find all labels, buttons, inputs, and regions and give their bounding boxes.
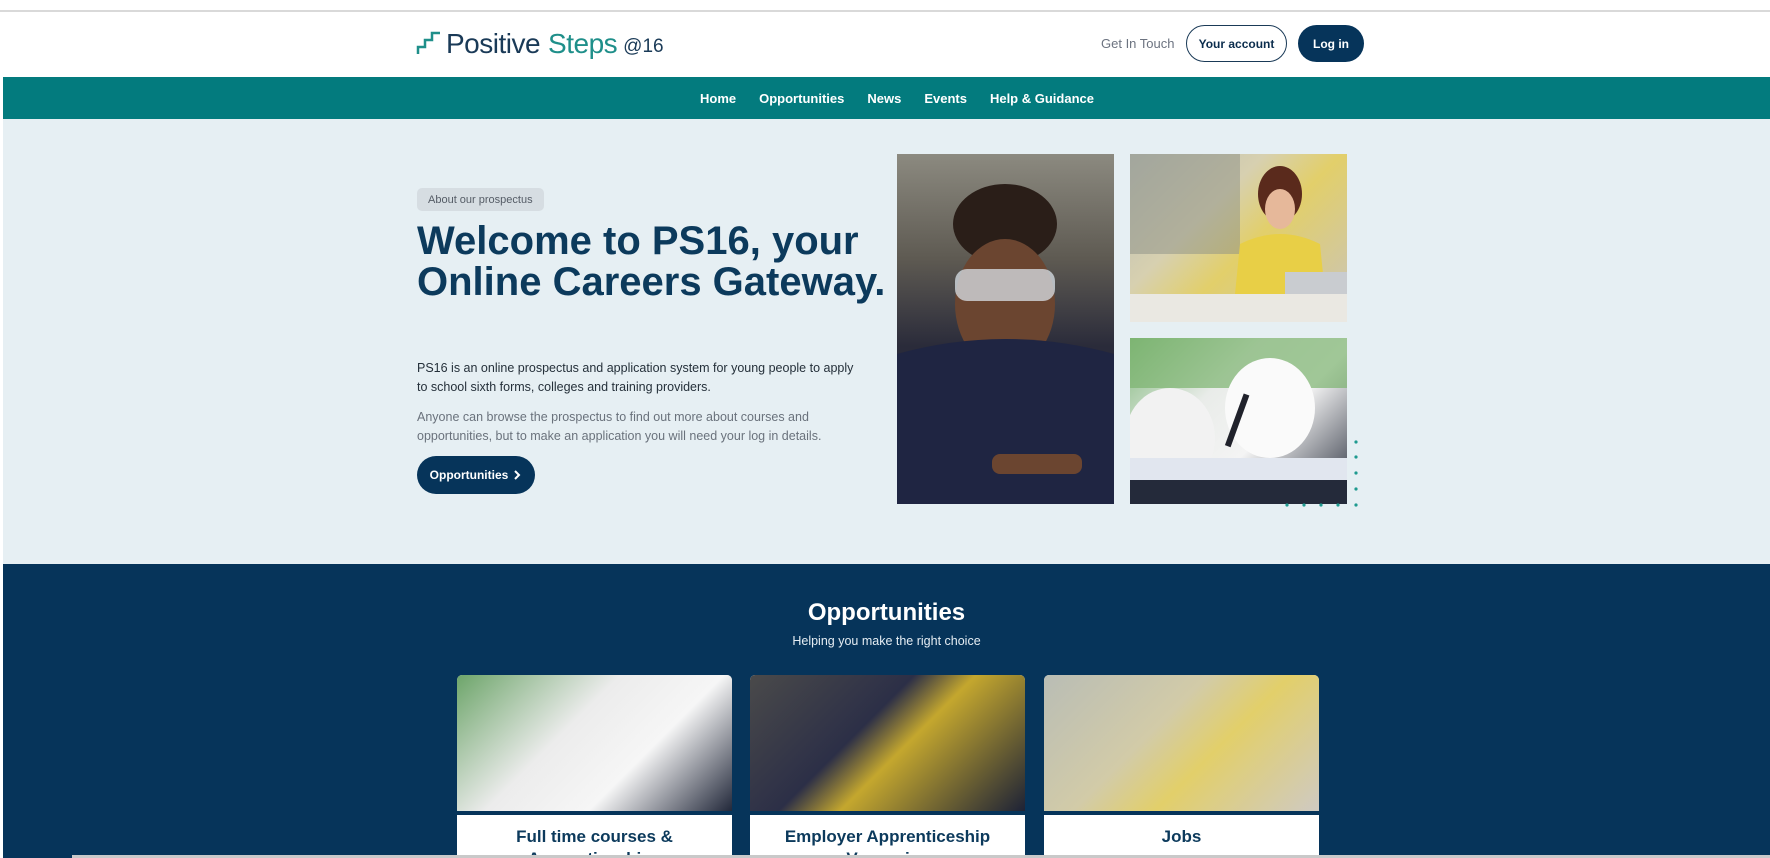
card-title: Jobs [1161, 827, 1202, 846]
nav-item-help-guidance[interactable]: Help & Guidance [990, 91, 1094, 106]
decorative-dots [1285, 440, 1358, 507]
site-header: Positive Steps @16 Get In Touch Your acc… [3, 12, 1770, 77]
opportunities-heading: Opportunities [807, 599, 966, 626]
hero-title: Welcome to PS16, your Online Careers Gat… [417, 219, 886, 304]
opportunities-button-label: Opportunities [429, 468, 509, 482]
opportunity-card-jobs[interactable]: Jobs [1044, 675, 1319, 858]
opportunity-card-full-time-courses[interactable]: Full time courses & Apprenticeships [457, 675, 732, 858]
get-in-touch-link[interactable]: Get In Touch [1101, 36, 1174, 51]
prospectus-badge: About our prospectus [417, 188, 544, 211]
logo-suffix: @16 [623, 36, 664, 57]
opportunities-section: Opportunities Helping you make the right… [3, 564, 1770, 858]
card-title: Employer Apprenticeship Vacancies [784, 827, 991, 858]
logo-word-steps: Steps [548, 28, 618, 59]
hero-browse-text: Anyone can browse the prospectus to find… [417, 410, 822, 443]
logo-word-positive: Positive [446, 28, 541, 59]
hero-intro-text: PS16 is an online prospectus and applica… [417, 361, 854, 394]
card-title: Full time courses & Apprenticeships [516, 827, 673, 858]
opportunities-button[interactable]: Opportunities [417, 456, 535, 494]
hero-photo-student-writing [1130, 154, 1347, 322]
page: Positive Steps @16 Get In Touch Your acc… [0, 0, 1770, 858]
log-in-button[interactable]: Log in [1298, 25, 1364, 62]
nav-item-opportunities[interactable]: Opportunities [759, 91, 844, 106]
site-logo[interactable]: Positive Steps @16 [416, 24, 664, 64]
chevron-right-icon [514, 470, 521, 480]
main-nav: Home Opportunities News Events Help & Gu… [3, 77, 1770, 119]
hero-section: About our prospectus Welcome to PS16, yo… [3, 119, 1770, 564]
hero-photo-student-goggles [897, 154, 1114, 504]
card-image-student-writing [1044, 675, 1319, 815]
your-account-button[interactable]: Your account [1186, 25, 1287, 62]
card-image-exam [457, 675, 732, 815]
opportunities-subtitle: Helping you make the right choice [792, 634, 981, 648]
opportunity-card-employer-apprenticeship[interactable]: Employer Apprenticeship Vacancies [750, 675, 1025, 858]
card-image-workshop [750, 675, 1025, 815]
nav-item-news[interactable]: News [867, 91, 901, 106]
nav-item-home[interactable]: Home [700, 91, 736, 106]
nav-items: Home Opportunities News Events Help & Gu… [700, 77, 1094, 119]
nav-item-events[interactable]: Events [924, 91, 967, 106]
steps-logo-icon [416, 31, 440, 54]
